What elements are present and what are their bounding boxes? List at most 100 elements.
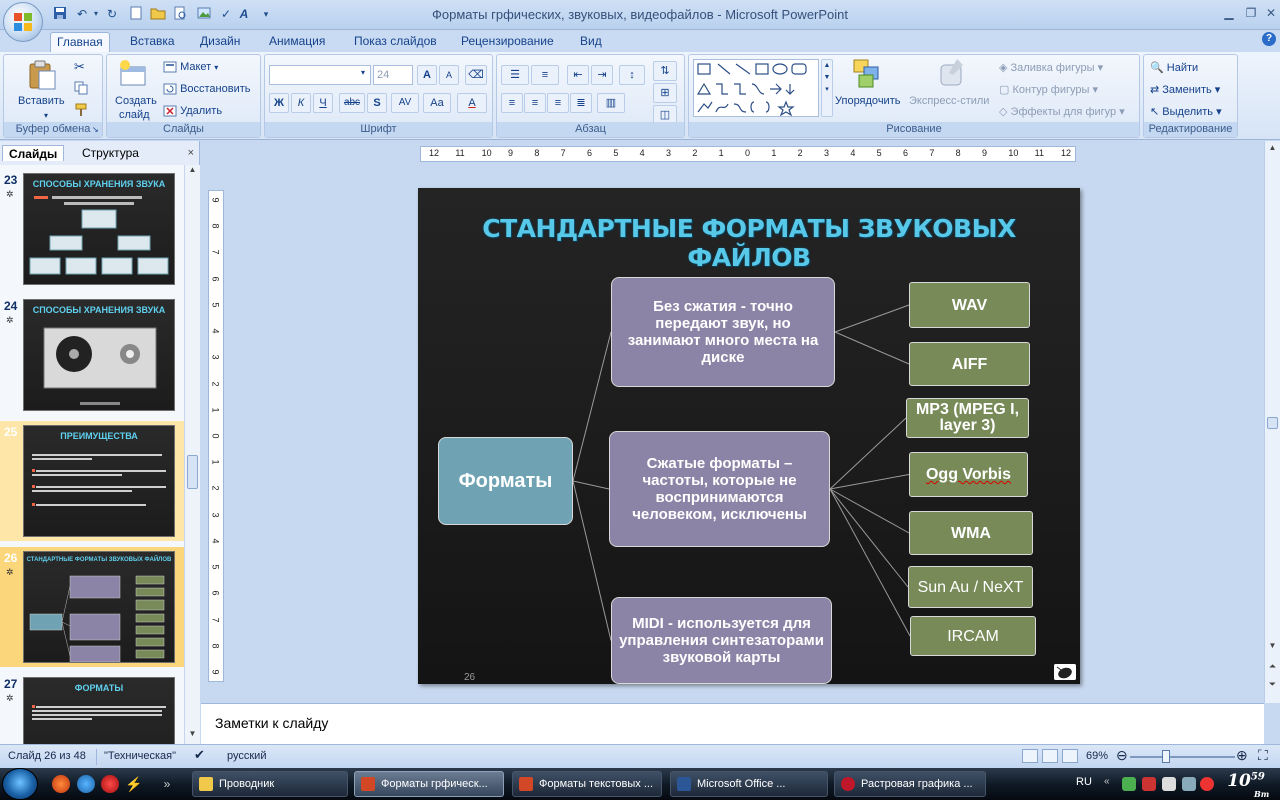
shape-effects-button[interactable]: ◇ Эффекты для фигур ▾	[999, 105, 1125, 118]
justify-icon[interactable]: ≣	[570, 93, 592, 113]
normal-view-icon[interactable]	[1022, 749, 1038, 763]
spell-check-icon[interactable]: ✔	[194, 747, 205, 763]
network-icon[interactable]	[1182, 777, 1196, 791]
fit-to-window-icon[interactable]: ⛶	[1258, 747, 1268, 764]
find-button[interactable]: 🔍 Найти	[1150, 61, 1198, 74]
scroll-down-icon[interactable]: ▼	[185, 729, 200, 745]
underline-button[interactable]: Ч	[313, 93, 333, 113]
task-powerpoint-1[interactable]: Форматы грфическ...	[354, 771, 504, 797]
shadow-button[interactable]: S	[367, 93, 387, 113]
tab-insert[interactable]: Вставка	[124, 32, 181, 52]
vertical-scrollbar[interactable]: ▲ ▼ ⏶ ⏷	[1264, 141, 1280, 703]
zoom-out-icon[interactable]: ⊖	[1116, 747, 1128, 764]
numbering-icon[interactable]: ≡	[531, 65, 559, 85]
tray-icon-5[interactable]	[1200, 777, 1214, 791]
bold-button[interactable]: Ж	[269, 93, 289, 113]
leaf-ircam[interactable]: IRCAM	[910, 616, 1036, 656]
theme-name[interactable]: "Техническая"	[104, 750, 176, 762]
slideshow-view-icon[interactable]	[1062, 749, 1078, 763]
zoom-in-icon[interactable]: ⊕	[1236, 747, 1248, 764]
previous-slide-icon[interactable]: ⏶	[1265, 661, 1280, 672]
scroll-down-icon[interactable]: ▼	[1265, 641, 1280, 650]
tray-icon-1[interactable]	[1122, 777, 1136, 791]
font-size-field[interactable]: 24	[373, 65, 413, 85]
char-spacing-button[interactable]: AV	[391, 93, 419, 113]
shape-fill-button[interactable]: ◈ Заливка фигуры ▾	[999, 61, 1103, 74]
opera-icon[interactable]	[101, 775, 119, 793]
tab-design[interactable]: Дизайн	[194, 32, 246, 52]
task-explorer[interactable]: Проводник	[192, 771, 348, 797]
office-button[interactable]	[3, 2, 43, 42]
start-button[interactable]	[2, 768, 38, 800]
leaf-aiff[interactable]: AIFF	[909, 342, 1030, 386]
tab-review[interactable]: Рецензирование	[455, 32, 560, 52]
clock[interactable]: 1059 Вт	[1218, 771, 1274, 799]
ie-icon[interactable]	[77, 775, 95, 793]
close-pane-icon[interactable]: ×	[188, 147, 194, 159]
scroll-thumb[interactable]	[1267, 417, 1278, 429]
select-button[interactable]: ↖ Выделить ▾	[1150, 105, 1222, 118]
thumbnail-23[interactable]: 23 ✲ СПОСОБЫ ХРАНЕНИЯ ЗВУКА	[0, 169, 184, 289]
arrange-button[interactable]: Упорядочить	[835, 95, 900, 107]
tray-expand-icon[interactable]: «	[1104, 776, 1110, 787]
increase-indent-icon[interactable]: ⇥	[591, 65, 613, 85]
help-icon[interactable]: ?	[1262, 32, 1276, 46]
cut-icon[interactable]: ✂	[74, 59, 85, 75]
shapes-scroll[interactable]: ▲ ▼ ▾	[821, 59, 833, 117]
lightning-icon[interactable]: ⚡	[125, 775, 143, 793]
close-button[interactable]: ✕	[1258, 4, 1280, 22]
shrink-font-button[interactable]: A	[439, 65, 459, 85]
scroll-up-icon[interactable]: ▲	[1265, 143, 1280, 152]
copy-icon[interactable]	[74, 81, 88, 98]
slide-canvas[interactable]: СТАНДАРТНЫЕ ФОРМАТЫ ЗВУКОВЫХ ФАЙЛОВ Форм…	[418, 188, 1080, 684]
font-name-field[interactable]	[269, 65, 371, 85]
bullets-icon[interactable]: ☰	[501, 65, 529, 85]
grow-font-button[interactable]: A	[417, 65, 437, 85]
scroll-thumb[interactable]	[187, 455, 198, 489]
tab-slides[interactable]: Слайды	[2, 145, 65, 161]
strikethrough-button[interactable]: abc	[339, 93, 365, 113]
leaf-mp3[interactable]: MP3 (MPEG I, layer 3)	[906, 398, 1029, 438]
paste-button[interactable]: Вставить	[18, 95, 65, 107]
notes-pane[interactable]: Заметки к слайду	[201, 703, 1264, 744]
tray-icon-2[interactable]	[1142, 777, 1156, 791]
leaf-ogg[interactable]: Ogg Vorbis	[909, 452, 1028, 497]
align-text-icon[interactable]: ⊞	[653, 83, 677, 103]
new-slide-label-1[interactable]: Создать	[115, 95, 157, 107]
branch-midi[interactable]: MIDI - используется для управления синте…	[611, 597, 832, 684]
thumbnail-24[interactable]: 24 ✲ СПОСОБЫ ХРАНЕНИЯ ЗВУКА	[0, 295, 184, 415]
font-name-dropdown-icon[interactable]: ▾	[361, 68, 365, 77]
font-color-button[interactable]: A	[457, 93, 487, 113]
browser-icon[interactable]	[52, 775, 70, 793]
line-spacing-icon[interactable]: ↕	[619, 65, 645, 85]
thumbnail-27[interactable]: 27 ✲ ФОРМАТЫ	[0, 673, 184, 745]
reset-button[interactable]: Восстановить	[163, 83, 251, 95]
task-word[interactable]: Microsoft Office ...	[670, 771, 828, 797]
task-opera[interactable]: Растровая графика ...	[834, 771, 986, 797]
tab-view[interactable]: Вид	[574, 32, 608, 52]
slide-sorter-icon[interactable]	[1042, 749, 1058, 763]
tab-slideshow[interactable]: Показ слайдов	[348, 32, 443, 52]
clear-formatting-icon[interactable]: ⌫	[465, 65, 487, 85]
task-powerpoint-2[interactable]: Форматы текстовых ...	[512, 771, 662, 797]
thumbnail-26[interactable]: 26 ✲ СТАНДАРТНЫЕ ФОРМАТЫ ЗВУКОВЫХ ФАЙЛОВ	[0, 547, 184, 667]
layout-button[interactable]: Макет ▾	[163, 61, 218, 73]
tray-icon-3[interactable]	[1162, 777, 1176, 791]
tab-animation[interactable]: Анимация	[263, 32, 331, 52]
format-painter-icon[interactable]	[74, 103, 88, 120]
leaf-wma[interactable]: WMA	[909, 511, 1033, 555]
columns-icon[interactable]: ▥	[597, 93, 625, 113]
zoom-slider-thumb[interactable]	[1162, 750, 1170, 763]
decrease-indent-icon[interactable]: ⇤	[567, 65, 589, 85]
shape-outline-button[interactable]: ▢ Контур фигуры ▾	[999, 83, 1098, 96]
slide-title[interactable]: СТАНДАРТНЫЕ ФОРМАТЫ ЗВУКОВЫХ ФАЙЛОВ	[418, 214, 1080, 272]
slides-pane-scrollbar[interactable]: ▲ ▼	[184, 165, 200, 745]
next-slide-icon[interactable]: ⏷	[1265, 679, 1280, 690]
tab-home[interactable]: Главная	[50, 32, 110, 52]
leaf-sun-au[interactable]: Sun Au / NeXT	[908, 566, 1033, 608]
language-indicator[interactable]: русский	[227, 750, 266, 762]
branch-compressed[interactable]: Сжатые форматы – частоты, которые не вос…	[609, 431, 830, 547]
thumbnail-25[interactable]: 25 ПРЕИМУЩЕСТВА	[0, 421, 184, 541]
shapes-gallery[interactable]	[693, 59, 819, 117]
leaf-wav[interactable]: WAV	[909, 282, 1030, 328]
